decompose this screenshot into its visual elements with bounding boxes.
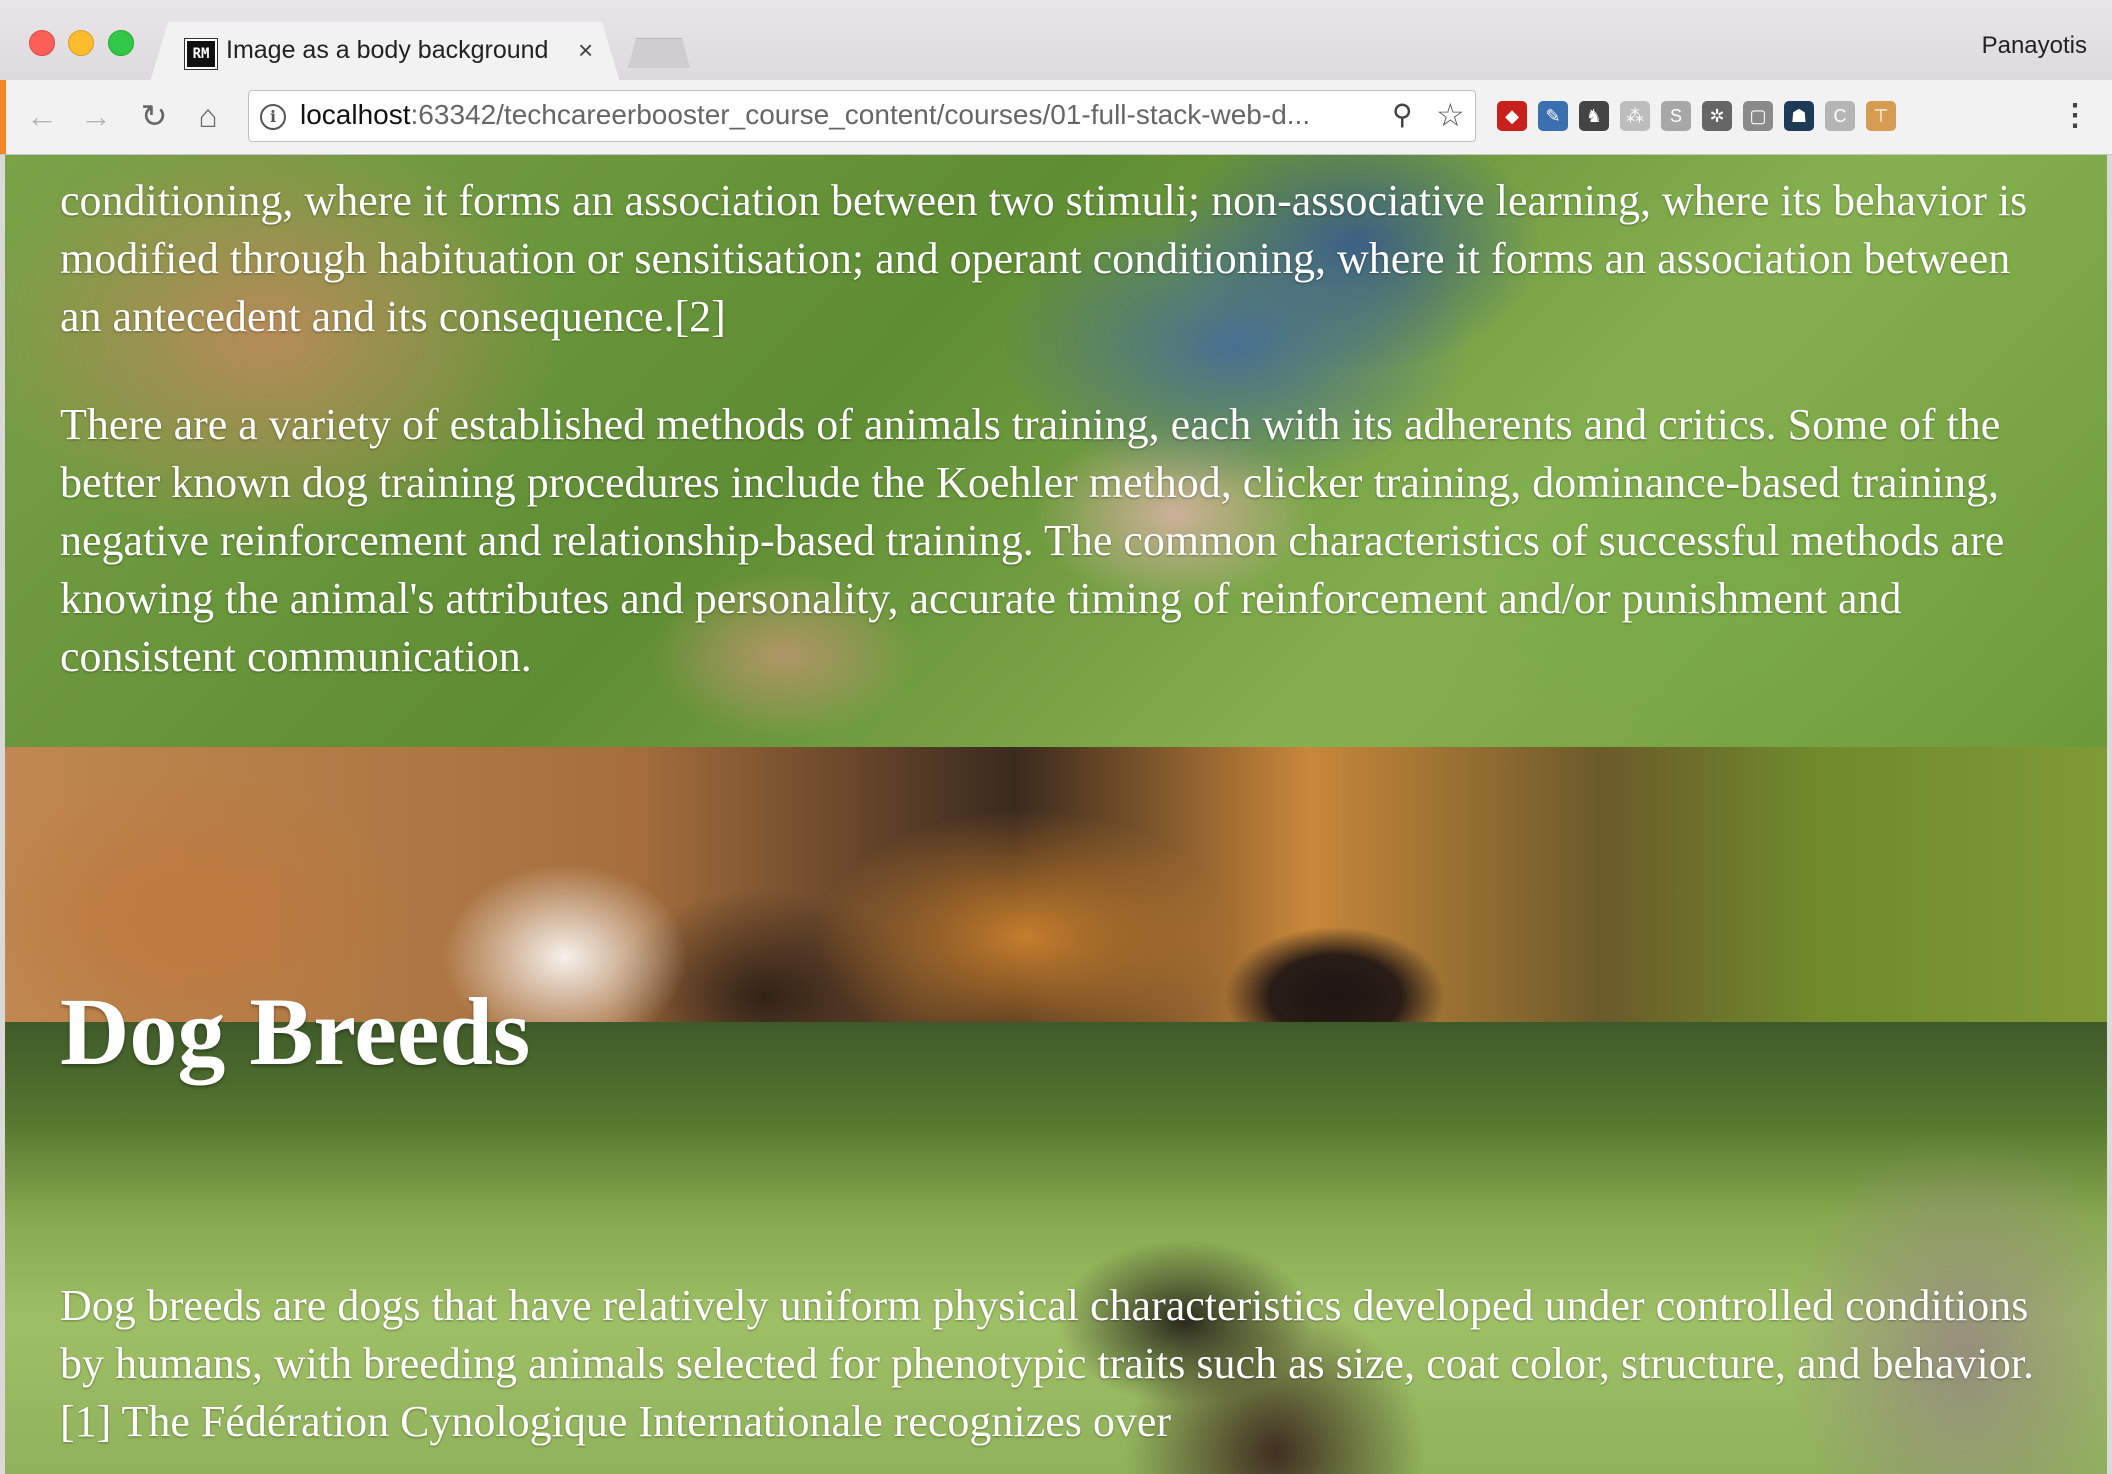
toolbar-accent-edge: [0, 80, 6, 154]
breeds-section: Dog breeds are dogs that have relatively…: [60, 1277, 2060, 1451]
paragraph-conditioning: conditioning, where it forms an associat…: [60, 176, 2028, 341]
tab-close-icon[interactable]: ×: [578, 34, 593, 66]
rounded-square-icon[interactable]: ▢: [1743, 101, 1773, 131]
home-icon[interactable]: ⌂: [186, 94, 230, 138]
rubymine-favicon-icon: RM: [184, 38, 218, 70]
ghost-icon[interactable]: ☗: [1784, 101, 1814, 131]
hammer-icon[interactable]: ⊤: [1866, 101, 1896, 131]
forward-arrow-icon[interactable]: →: [74, 94, 118, 138]
tab-title[interactable]: Image as a body background: [226, 36, 548, 65]
eyedropper-icon[interactable]: ✎: [1538, 101, 1568, 131]
bookmark-star-icon[interactable]: ☆: [1436, 96, 1465, 134]
page-viewport[interactable]: conditioning, where it forms an associat…: [5, 155, 2107, 1474]
back-arrow-icon[interactable]: ←: [20, 94, 64, 138]
address-url[interactable]: localhost:63342/techcareerbooster_course…: [300, 99, 1380, 131]
reload-icon[interactable]: ↻: [132, 94, 176, 138]
site-info-icon[interactable]: i: [260, 104, 286, 130]
zoom-window-button[interactable]: [108, 30, 134, 56]
browser-menu-icon[interactable]: ⋮: [2060, 96, 2090, 136]
url-path: :63342/techcareerbooster_course_content/…: [410, 99, 1311, 130]
browser-window: RM Image as a body background × Panayoti…: [0, 0, 2112, 1474]
settings-wheel-icon[interactable]: ✲: [1702, 101, 1732, 131]
network-icon[interactable]: ⁂: [1620, 101, 1650, 131]
minimize-window-button[interactable]: [68, 30, 94, 56]
skype-icon[interactable]: S: [1661, 101, 1691, 131]
new-tab-button[interactable]: [628, 38, 690, 68]
paragraph-breeds: Dog breeds are dogs that have relatively…: [60, 1281, 2034, 1446]
profile-name[interactable]: Panayotis: [1982, 32, 2087, 60]
title-bar: RM Image as a body background × Panayoti…: [0, 0, 2112, 82]
training-section: conditioning, where it forms an associat…: [60, 172, 2060, 686]
ruby-icon[interactable]: ◆: [1497, 101, 1527, 131]
zoom-icon[interactable]: ⚲: [1392, 98, 1413, 131]
heading-dog-breeds: Dog Breeds: [60, 978, 531, 1085]
evernote-icon[interactable]: ♞: [1579, 101, 1609, 131]
letter-c-icon[interactable]: C: [1825, 101, 1855, 131]
paragraph-methods: There are a variety of established metho…: [60, 400, 2005, 681]
close-window-button[interactable]: [29, 30, 55, 56]
url-host: localhost: [300, 99, 411, 130]
